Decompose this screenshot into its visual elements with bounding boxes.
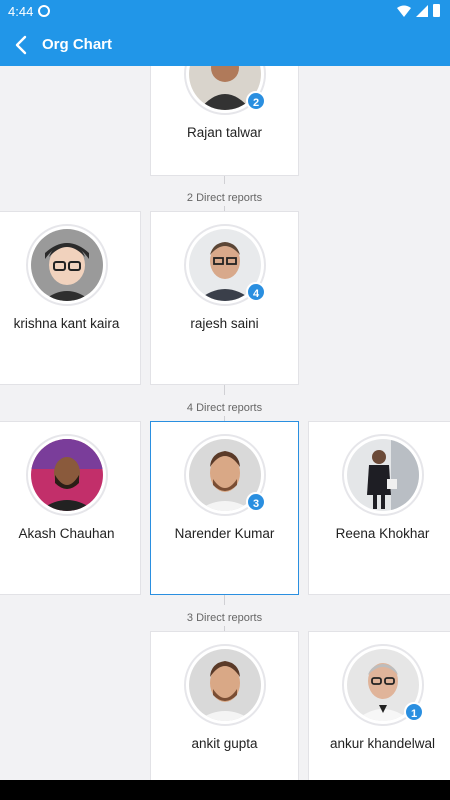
employee-name: krishna kant kaira (13, 316, 120, 331)
employee-name: ankur khandelwal (329, 736, 436, 751)
direct-reports-badge: 3 (246, 492, 266, 512)
employee-card-reena-khokhar[interactable]: Reena Khokhar (308, 421, 450, 595)
direct-reports-badge: 1 (404, 702, 424, 722)
org-chart[interactable]: 2 Rajan talwar 2 Direct reports krishna … (0, 66, 450, 780)
back-arrow-icon[interactable] (12, 34, 32, 56)
employee-card-narender-kumar[interactable]: 3 Narender Kumar (150, 421, 299, 595)
employee-name: Narender Kumar (174, 526, 275, 541)
battery-icon (433, 4, 440, 17)
direct-reports-label: 4 Direct reports (186, 402, 263, 414)
employee-card-krishna-kant-kaira[interactable]: krishna kant kaira (0, 211, 141, 385)
avatar-photo (31, 439, 103, 511)
avatar: 4 (184, 224, 266, 306)
status-bar: 4:44 (0, 0, 450, 24)
employee-card-rajesh-saini[interactable]: 4 rajesh saini (150, 211, 299, 385)
avatar-photo (347, 439, 419, 511)
avatar: 2 (184, 66, 266, 115)
app-bar: Org Chart (0, 24, 450, 66)
employee-name: ankit gupta (191, 736, 258, 751)
direct-reports-label: 3 Direct reports (186, 612, 263, 624)
avatar (184, 644, 266, 726)
employee-name: rajesh saini (190, 316, 259, 331)
avatar: 1 (342, 644, 424, 726)
direct-reports-badge: 2 (246, 91, 266, 111)
connector-line (224, 385, 225, 395)
avatar (342, 434, 424, 516)
employee-card-akash-chauhan[interactable]: Akash Chauhan (0, 421, 141, 595)
notification-icon (38, 5, 50, 17)
page-title: Org Chart (42, 36, 113, 53)
avatar (26, 434, 108, 516)
employee-card-ankur-khandelwal[interactable]: 1 ankur khandelwal (308, 631, 450, 780)
employee-name: Rajan talwar (186, 125, 263, 140)
avatar-photo (189, 649, 261, 721)
system-navigation-bar (0, 780, 450, 800)
employee-card-rajan-talwar[interactable]: 2 Rajan talwar (150, 66, 299, 176)
status-time: 4:44 (8, 4, 34, 19)
signal-icon (416, 4, 428, 17)
avatar-photo (31, 229, 103, 301)
connector-line (224, 176, 225, 184)
employee-name: Akash Chauhan (18, 526, 115, 541)
employee-name: Reena Khokhar (335, 526, 430, 541)
direct-reports-badge: 4 (246, 282, 266, 302)
direct-reports-label: 2 Direct reports (186, 192, 263, 204)
employee-card-ankit-gupta[interactable]: ankit gupta (150, 631, 299, 780)
avatar (26, 224, 108, 306)
wifi-icon (397, 5, 411, 17)
status-icons (397, 4, 440, 17)
connector-line (224, 595, 225, 605)
avatar: 3 (184, 434, 266, 516)
